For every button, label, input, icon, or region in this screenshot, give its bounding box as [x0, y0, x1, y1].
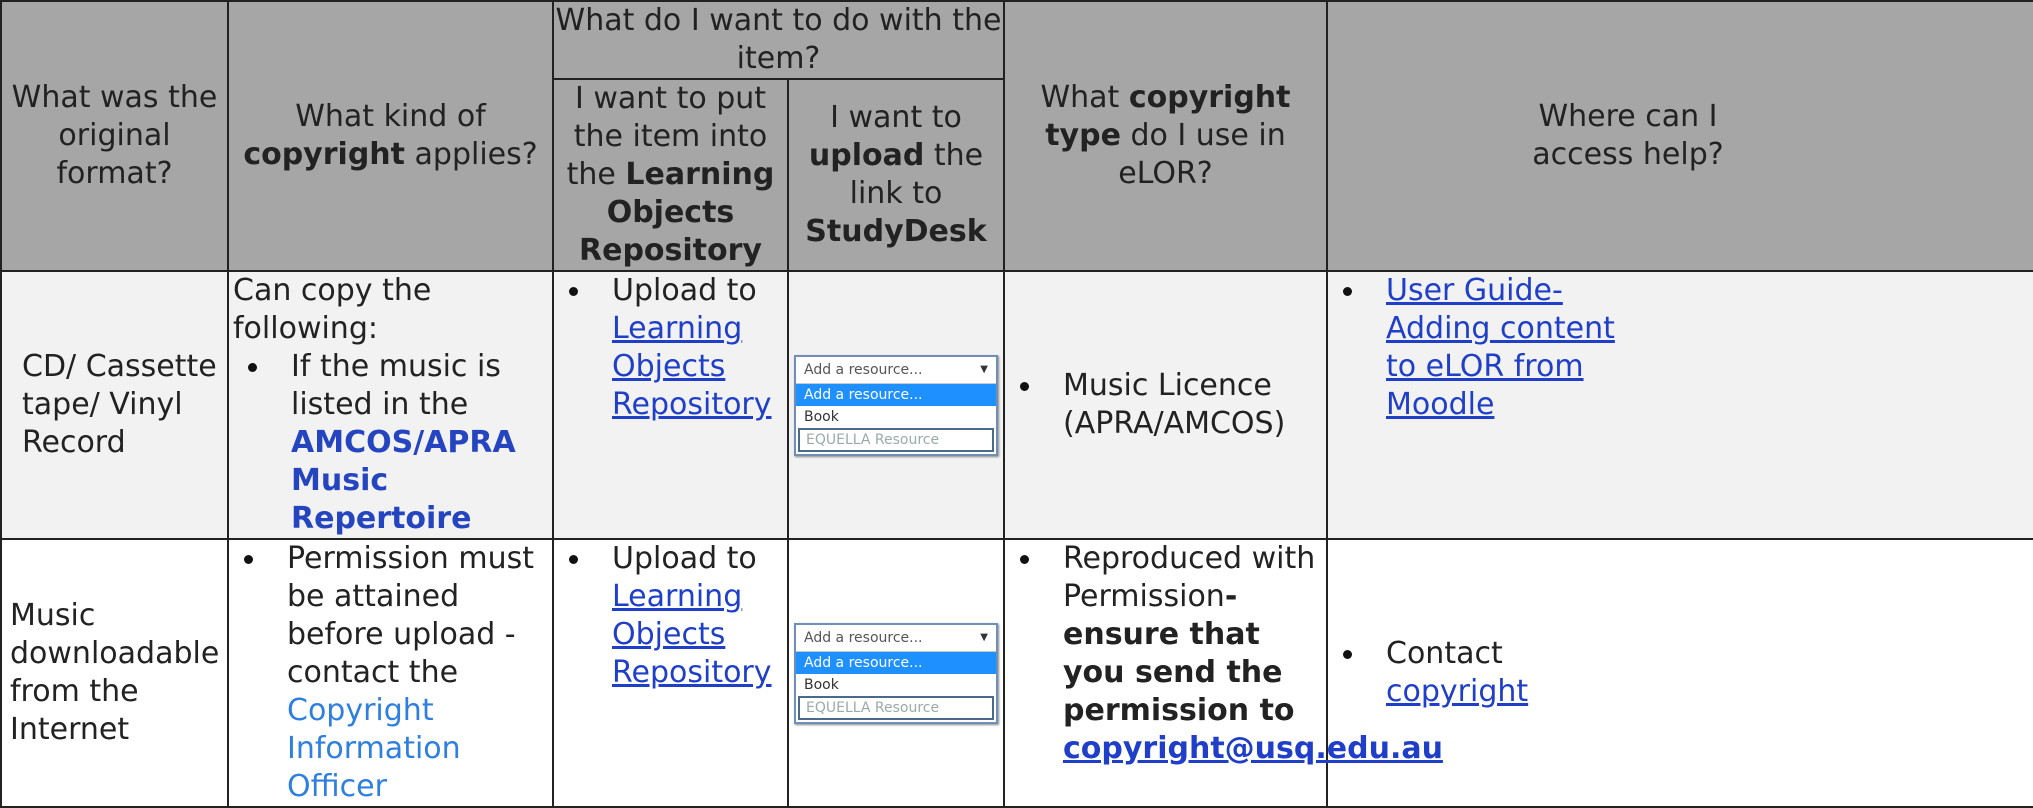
- row2-copyright-bullet: Permission must be attained before uploa…: [229, 540, 552, 806]
- row2-help-link[interactable]: copyright: [1386, 674, 1528, 709]
- row1-dropdown-option-selected[interactable]: Add a resource...: [796, 383, 996, 406]
- row1-resource-dropdown[interactable]: Add a resource... ▼ Add a resource... Boo…: [794, 354, 998, 456]
- row2-resource-dropdown[interactable]: Add a resource... ▼ Add a resource... Boo…: [794, 622, 998, 724]
- row1-copyright: Can copy the following: If the music is …: [227, 270, 554, 540]
- row1-help: User Guide- Adding content to eLOR from …: [1326, 270, 2033, 540]
- row1-dropdown-option-equella[interactable]: EQUELLA Resource: [798, 427, 994, 452]
- header-put-in-repository: I want to put the item into the Learning…: [552, 78, 789, 272]
- row1-type-bullet: Music Licence (APRA/AMCOS): [1005, 367, 1326, 443]
- copyright-guide-table: What was the original format? What kind …: [0, 0, 2033, 808]
- header-upload-link: I want to upload the link to StudyDesk: [787, 78, 1005, 272]
- row1-help-link[interactable]: User Guide- Adding content to eLOR from …: [1386, 273, 1615, 422]
- row2-format: Music downloadable from the Internet: [0, 538, 229, 808]
- chevron-down-icon: ▼: [980, 363, 988, 375]
- row1-copyright-bullet: If the music is listed in the AMCOS/APRA…: [233, 348, 548, 538]
- row2-dropdown-option-equella[interactable]: EQUELLA Resource: [798, 695, 994, 720]
- header-help: Where can I access help?: [1326, 0, 2033, 272]
- header-original-format: What was the original format?: [0, 0, 229, 272]
- copyright-officer-link[interactable]: Copyright Information Officer: [287, 693, 461, 804]
- row1-studydesk: Add a resource... ▼ Add a resource... Boo…: [787, 270, 1005, 540]
- row2-repository: Upload to Learning Objects Repository: [552, 538, 789, 808]
- row1-repository-bullet: Upload to Learning Objects Repository: [554, 272, 787, 424]
- row2-repository-link[interactable]: Learning Objects Repository: [612, 579, 772, 690]
- row1-repository: Upload to Learning Objects Repository: [552, 270, 789, 540]
- row2-copyright: Permission must be attained before uploa…: [227, 538, 554, 808]
- header-copyright-type: What copyright type do I use in eLOR?: [1003, 0, 1328, 272]
- row2-dropdown-select[interactable]: Add a resource... ▼: [796, 625, 996, 652]
- row2-studydesk: Add a resource... ▼ Add a resource... Boo…: [787, 538, 1005, 808]
- copyright-email-link[interactable]: copyright@usq.edu.au: [1063, 731, 1443, 766]
- header-copyright-kind: What kind of copyright applies?: [227, 0, 554, 272]
- row2-type-bullet: Reproduced with Permission- ensure that …: [1005, 540, 1443, 768]
- row2-help: Contact copyright: [1326, 538, 2033, 808]
- row2-dropdown-option-selected[interactable]: Add a resource...: [796, 651, 996, 674]
- row1-type: Music Licence (APRA/AMCOS): [1003, 270, 1328, 540]
- row1-help-bullet: User Guide- Adding content to eLOR from …: [1328, 272, 1654, 424]
- row1-dropdown-option-book[interactable]: Book: [796, 406, 996, 428]
- row2-repository-bullet: Upload to Learning Objects Repository: [554, 540, 787, 692]
- row2-help-bullet: Contact copyright: [1328, 635, 1654, 711]
- row2-type: Reproduced with Permission- ensure that …: [1003, 538, 1443, 808]
- chevron-down-icon: ▼: [980, 631, 988, 643]
- row1-format: CD/ Cassette tape/ Vinyl Record: [0, 270, 229, 540]
- header-what-to-do: What do I want to do with the item?: [552, 0, 1005, 80]
- row1-repository-link[interactable]: Learning Objects Repository: [612, 311, 772, 422]
- row1-dropdown-select[interactable]: Add a resource... ▼: [796, 357, 996, 384]
